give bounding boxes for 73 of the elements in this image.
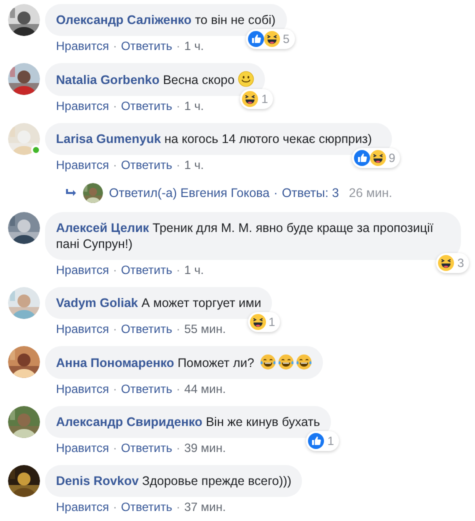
comment-text: Олександр Саліженко то він не собі) <box>56 13 276 27</box>
separator-dot: · <box>112 262 117 278</box>
reply-link[interactable]: Ответить <box>120 38 172 54</box>
like-link[interactable]: Нравится <box>56 38 109 54</box>
tears-of-joy-icon <box>296 354 312 370</box>
timestamp-link[interactable]: 1 ч. <box>184 262 204 278</box>
timestamp-link[interactable]: 1 ч. <box>184 38 204 54</box>
author-link[interactable]: Denis Rovkov <box>56 474 139 488</box>
like-icon <box>248 31 264 47</box>
separator-dot: · <box>112 157 117 173</box>
comment-text: Vadym Goliak А может торгует ими <box>56 296 262 310</box>
reply-link[interactable]: Ответить <box>120 157 172 173</box>
laughing-face-icon <box>250 314 266 330</box>
author-link[interactable]: Анна Пономаренко <box>56 356 174 370</box>
tears-of-joy-icon <box>260 354 276 370</box>
reply-link[interactable]: Ответить <box>120 499 172 515</box>
author-link[interactable]: Larisa Gumenyuk <box>56 132 161 146</box>
separator-dot: · <box>176 381 180 397</box>
timestamp-link[interactable]: 44 мин. <box>184 381 226 397</box>
like-link[interactable]: Нравится <box>56 262 109 278</box>
separator-dot: · <box>176 440 180 456</box>
reply-link[interactable]: Ответить <box>120 98 172 114</box>
laughing-face-icon <box>242 91 258 107</box>
comment-text: Larisa Gumenyuk на когось 14 лютого чекає сюрприз) <box>56 132 372 146</box>
reply-arrow-icon <box>65 188 77 198</box>
laughing-face-icon <box>370 150 386 166</box>
separator-dot: · <box>112 381 117 397</box>
separator-dot: · <box>112 321 117 337</box>
like-icon <box>354 150 370 166</box>
reply-link[interactable]: Ответить <box>120 440 172 456</box>
like-link[interactable]: Нравится <box>56 157 109 173</box>
like-link[interactable]: Нравится <box>56 381 109 397</box>
separator-dot: · <box>176 321 180 337</box>
like-link[interactable]: Нравится <box>56 98 109 114</box>
separator-dot: · <box>274 184 278 202</box>
separator-dot: · <box>112 499 117 515</box>
comment-text: Александр Свириденко Він же кинув бухать <box>56 415 320 429</box>
reply-link[interactable]: Ответить <box>120 321 172 337</box>
author-link[interactable]: Алексей Целик <box>56 221 150 235</box>
tears-of-joy-icon <box>278 354 294 370</box>
timestamp-link[interactable]: 37 мин. <box>184 499 226 515</box>
author-link[interactable]: Natalia Gorbenko <box>56 73 160 87</box>
laughing-face-icon <box>438 255 454 271</box>
comment-text: Анна Пономаренко Поможет ли? <box>56 356 254 370</box>
smiley-icon <box>238 71 254 87</box>
author-link[interactable]: Vadym Goliak <box>56 296 138 310</box>
separator-dot: · <box>176 499 180 515</box>
like-link[interactable]: Нравится <box>56 499 109 515</box>
like-link[interactable]: Нравится <box>56 321 109 337</box>
replied-by-link[interactable]: Ответил(-а) Евгения Гокова <box>109 184 270 202</box>
separator-dot: · <box>176 157 180 173</box>
separator-dot: · <box>112 98 117 114</box>
separator-dot: · <box>112 440 117 456</box>
separator-dot: · <box>176 262 180 278</box>
comment-text: Алексей Целик Треник для М. М. явно буде краще за пропозиції пані Супрун!) <box>56 221 434 251</box>
comment-text: Denis Rovkov Здоровье прежде всего))) <box>56 474 292 488</box>
separator-dot: · <box>176 38 180 54</box>
timestamp-link[interactable]: 1 ч. <box>184 98 204 114</box>
comment-text: Natalia Gorbenko Весна скоро <box>56 73 235 87</box>
timestamp-link[interactable]: 39 мин. <box>184 440 226 456</box>
timestamp-link[interactable]: 55 мин. <box>184 321 226 337</box>
author-link[interactable]: Олександр Саліженко <box>56 13 192 27</box>
author-link[interactable]: Александр Свириденко <box>56 415 202 429</box>
reply-link[interactable]: Ответить <box>120 381 172 397</box>
laughing-face-icon <box>264 31 280 47</box>
timestamp-link[interactable]: 1 ч. <box>184 157 204 173</box>
replies-count-link[interactable]: Ответы: 3 <box>282 184 339 202</box>
like-icon <box>308 433 324 449</box>
reply-link[interactable]: Ответить <box>120 262 172 278</box>
like-link[interactable]: Нравится <box>56 440 109 456</box>
separator-dot: · <box>176 98 180 114</box>
separator-dot: · <box>112 38 117 54</box>
reply-time: 26 мин. <box>348 184 392 202</box>
